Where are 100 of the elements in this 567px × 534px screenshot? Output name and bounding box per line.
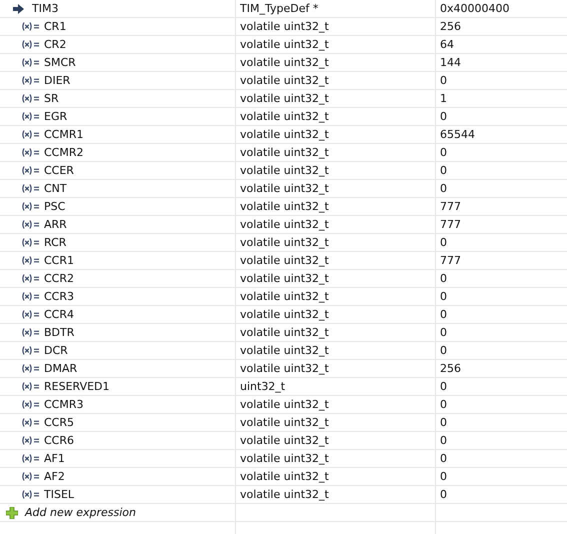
variable-icon (21, 94, 40, 103)
value-text: 0x40000400 (440, 2, 510, 15)
field-name: BDTR (44, 326, 74, 339)
type-text: volatile uint32_t (240, 20, 329, 33)
field-name: CR1 (44, 20, 66, 33)
value-text: 777 (440, 254, 461, 267)
field-name: RESERVED1 (44, 380, 110, 393)
value-text: 0 (440, 110, 447, 123)
field-name: CCR1 (44, 254, 74, 267)
field-name: DMAR (44, 362, 78, 375)
field-name: TISEL (44, 488, 74, 501)
type-text: volatile uint32_t (240, 182, 329, 195)
plus-icon[interactable] (6, 506, 18, 518)
field-name: RCR (44, 236, 66, 249)
type-text: volatile uint32_t (240, 92, 329, 105)
value-text: 777 (440, 218, 461, 231)
value-text: 0 (440, 290, 447, 303)
variable-icon (21, 364, 40, 373)
value-text: 256 (440, 362, 461, 375)
variable-icon (21, 148, 40, 157)
value-text: 1 (440, 92, 447, 105)
variable-icon (21, 382, 40, 391)
field-name: SR (44, 92, 59, 105)
type-text: TIM_TypeDef * (240, 2, 318, 15)
type-text: volatile uint32_t (240, 326, 329, 339)
variable-icon (21, 112, 40, 121)
variable-icon (21, 472, 40, 481)
variable-icon (21, 310, 40, 319)
type-text: volatile uint32_t (240, 290, 329, 303)
variable-icon (21, 418, 40, 427)
type-text: volatile uint32_t (240, 488, 329, 501)
variable-icon (21, 130, 40, 139)
value-text: 0 (440, 182, 447, 195)
field-name: CCR3 (44, 290, 74, 303)
variable-icon (21, 292, 40, 301)
value-text: 0 (440, 344, 447, 357)
field-name: CCR6 (44, 434, 74, 447)
field-name: DIER (44, 74, 70, 87)
variable-icon (21, 76, 40, 85)
variable-icon (21, 166, 40, 175)
value-text: 0 (440, 434, 447, 447)
field-name: CCER (44, 164, 74, 177)
value-text: 0 (440, 308, 447, 321)
type-text: volatile uint32_t (240, 56, 329, 69)
variable-icon (21, 436, 40, 445)
variable-icon (21, 184, 40, 193)
type-text: volatile uint32_t (240, 308, 329, 321)
type-text: volatile uint32_t (240, 434, 329, 447)
field-name: SMCR (44, 56, 76, 69)
type-text: volatile uint32_t (240, 362, 329, 375)
field-name: CNT (44, 182, 67, 195)
variable-icon (21, 22, 40, 31)
value-text: 0 (440, 146, 447, 159)
field-name: CCMR1 (44, 128, 84, 141)
type-text: volatile uint32_t (240, 272, 329, 285)
type-text: volatile uint32_t (240, 452, 329, 465)
type-text: volatile uint32_t (240, 236, 329, 249)
type-text: volatile uint32_t (240, 470, 329, 483)
variable-icon (21, 202, 40, 211)
value-text: 0 (440, 272, 447, 285)
field-name: AF2 (44, 470, 65, 483)
value-text: 0 (440, 380, 447, 393)
variable-icon (21, 490, 40, 499)
type-text: volatile uint32_t (240, 344, 329, 357)
type-text: uint32_t (240, 380, 286, 393)
field-name: CCR4 (44, 308, 74, 321)
value-text: 0 (440, 398, 447, 411)
expression-name: TIM3 (32, 2, 58, 15)
value-text: 0 (440, 452, 447, 465)
value-text: 64 (440, 38, 454, 51)
field-name: PSC (44, 200, 66, 213)
value-text: 0 (440, 236, 447, 249)
type-text: volatile uint32_t (240, 110, 329, 123)
type-text: volatile uint32_t (240, 74, 329, 87)
field-name: DCR (44, 344, 68, 357)
variable-icon (21, 346, 40, 355)
type-text: volatile uint32_t (240, 38, 329, 51)
variable-icon (21, 328, 40, 337)
field-name: CCMR2 (44, 146, 84, 159)
type-text: volatile uint32_t (240, 254, 329, 267)
type-text: volatile uint32_t (240, 416, 329, 429)
value-text: 0 (440, 470, 447, 483)
variable-icon (21, 220, 40, 229)
field-name: AF1 (44, 452, 65, 465)
value-text: 65544 (440, 128, 475, 141)
field-name: CCMR3 (44, 398, 84, 411)
variable-icon (21, 256, 40, 265)
add-expression-link[interactable]: Add new expression (25, 506, 136, 519)
field-name: CCR2 (44, 272, 74, 285)
type-text: volatile uint32_t (240, 398, 329, 411)
arrow-icon (13, 4, 24, 14)
field-name: ARR (44, 218, 67, 231)
value-text: 0 (440, 164, 447, 177)
value-text: 777 (440, 200, 461, 213)
type-text: volatile uint32_t (240, 164, 329, 177)
type-text: volatile uint32_t (240, 218, 329, 231)
variable-icon (21, 274, 40, 283)
value-text: 144 (440, 56, 461, 69)
variable-icon (21, 454, 40, 463)
value-text: 0 (440, 488, 447, 501)
